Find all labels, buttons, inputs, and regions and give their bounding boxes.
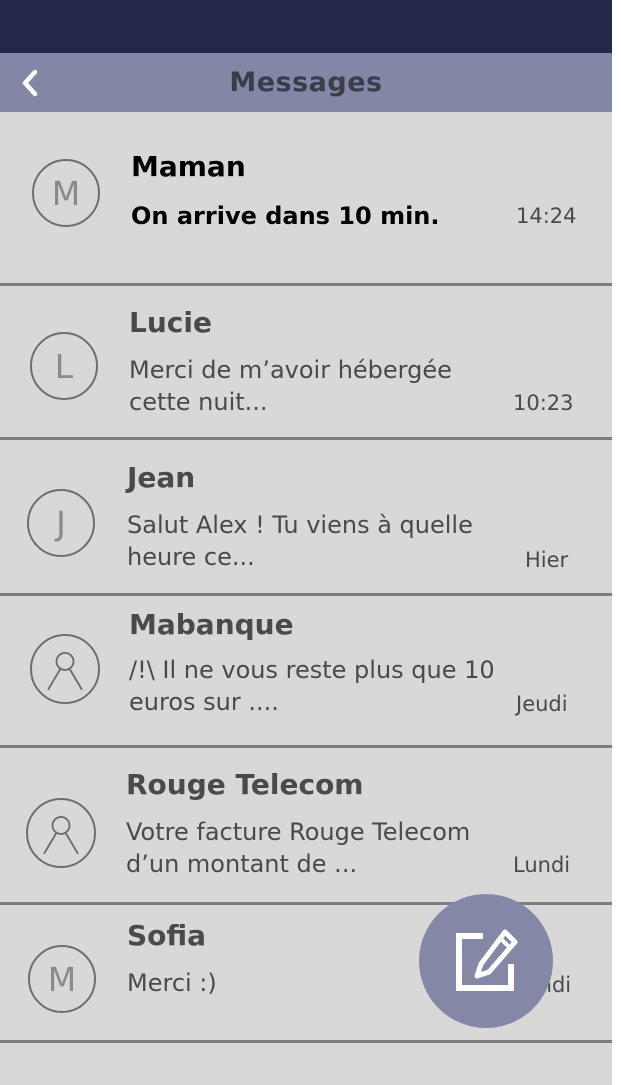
contact-name: Lucie bbox=[129, 306, 212, 339]
page-title: Messages bbox=[229, 67, 383, 98]
message-time: 10:23 bbox=[513, 391, 574, 415]
conversation-item-jean[interactable]: J Jean Salut Alex ! Tu viens à quelle he… bbox=[0, 440, 612, 596]
contact-name: Rouge Telecom bbox=[126, 768, 364, 801]
contact-name: Mabanque bbox=[129, 608, 294, 641]
conversation-item-lucie[interactable]: L Lucie Merci de m’avoir hébergée cette … bbox=[0, 286, 612, 440]
message-preview: Merci de m’avoir hébergée cette nuit... bbox=[129, 356, 452, 416]
message-time: Hier bbox=[525, 548, 569, 572]
avatar: M bbox=[28, 945, 96, 1013]
avatar: L bbox=[30, 332, 98, 400]
conversation-item-maman[interactable]: M Maman On arrive dans 10 min. 14:24 bbox=[0, 112, 612, 286]
avatar-initial: J bbox=[56, 503, 66, 543]
conversation-item-rouge-telecom[interactable]: Rouge Telecom Votre facture Rouge Teleco… bbox=[0, 748, 612, 905]
avatar: M bbox=[32, 159, 100, 227]
message-time: 14:24 bbox=[516, 204, 577, 228]
avatar-initial: L bbox=[54, 346, 74, 386]
message-time: Lundi bbox=[513, 853, 571, 877]
message-preview: Votre facture Rouge Telecom d’un montant… bbox=[126, 818, 471, 878]
avatar-initial: M bbox=[51, 173, 81, 213]
message-preview: Salut Alex ! Tu viens à quelle heure ce.… bbox=[127, 511, 473, 571]
compose-button[interactable] bbox=[419, 894, 553, 1028]
avatar-initial: M bbox=[47, 959, 77, 999]
header-bar: Messages bbox=[0, 53, 612, 112]
back-button[interactable] bbox=[10, 61, 50, 105]
person-icon bbox=[47, 652, 83, 691]
contact-name: Sofia bbox=[127, 919, 207, 952]
contact-name: Maman bbox=[131, 150, 246, 183]
avatar bbox=[26, 798, 96, 868]
message-time: Jeudi bbox=[516, 692, 568, 716]
avatar: J bbox=[27, 489, 95, 557]
message-preview: On arrive dans 10 min. bbox=[131, 202, 440, 230]
message-preview: /!\ Il ne vous reste plus que 10 euros s… bbox=[129, 656, 495, 716]
person-icon bbox=[43, 816, 79, 855]
conversation-item-partial[interactable] bbox=[0, 1043, 612, 1085]
chevron-left-icon bbox=[22, 69, 38, 97]
avatar bbox=[30, 634, 100, 704]
conversation-item-mabanque[interactable]: Mabanque /!\ Il ne vous reste plus que 1… bbox=[0, 596, 612, 748]
contact-name: Jean bbox=[127, 461, 196, 494]
status-bar bbox=[0, 0, 612, 53]
compose-icon bbox=[456, 929, 518, 991]
